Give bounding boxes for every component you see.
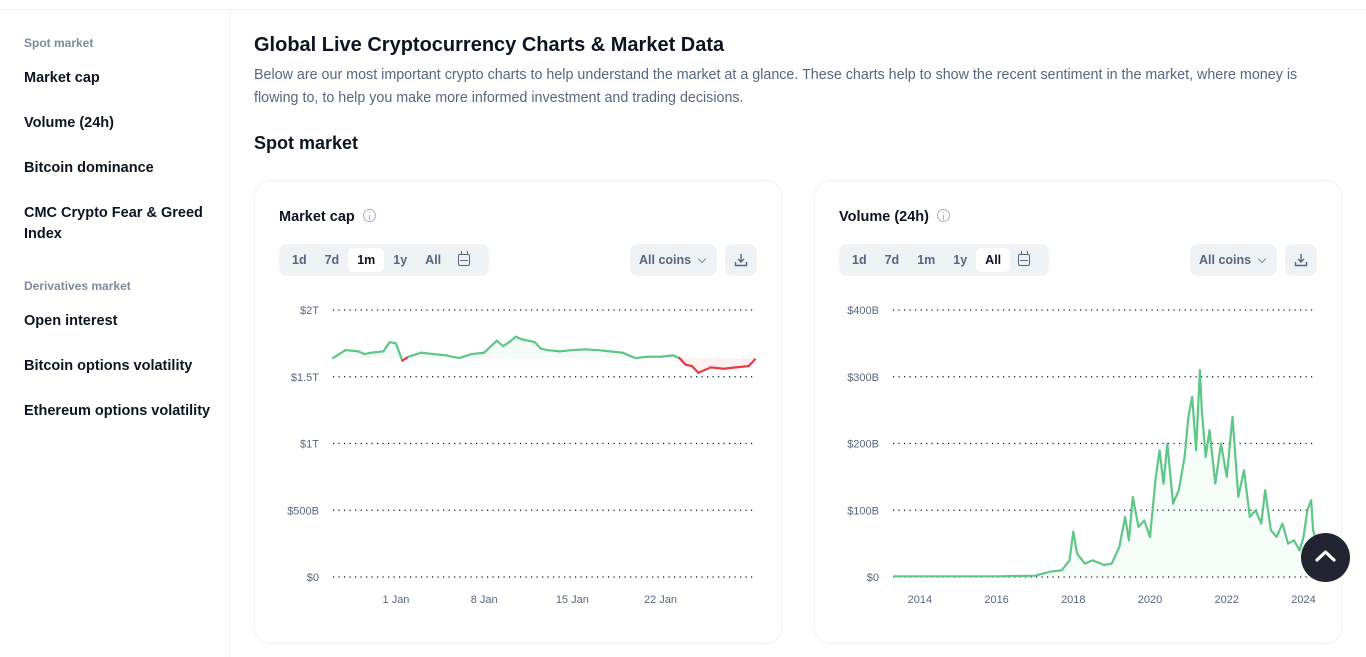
info-icon[interactable]: [362, 209, 376, 222]
coins-dropdown[interactable]: All coins: [630, 244, 717, 276]
sidebar-section-derivatives: Derivatives market: [24, 279, 131, 293]
tab-1y[interactable]: 1y: [384, 248, 416, 272]
y-tick-label: $2T: [300, 305, 319, 317]
section-title: Spot market: [254, 133, 359, 153]
line-segment: [659, 354, 675, 358]
x-tick-label: 22 Jan: [644, 594, 677, 606]
download-button[interactable]: [1285, 244, 1317, 276]
sidebar-item-bitcoin-dominance[interactable]: Bitcoin dominance: [24, 158, 214, 179]
scroll-to-top-button[interactable]: [1301, 533, 1350, 582]
volume-card: Volume (24h) 1d 7d 1m 1y All All coins $…: [814, 180, 1342, 644]
sidebar-section-spot-market: Spot market: [24, 36, 94, 50]
line-segment: [596, 348, 612, 353]
time-range-tabs: 1d 7d 1m 1y All: [279, 244, 489, 276]
download-icon: [734, 254, 748, 267]
coins-dropdown-label: All coins: [639, 253, 692, 267]
tab-1d[interactable]: 1d: [843, 248, 876, 272]
x-tick-label: 2014: [908, 594, 932, 606]
x-tick-label: 1 Jan: [383, 594, 410, 606]
x-tick-label: 15 Jan: [556, 594, 589, 606]
line-segment: [735, 364, 750, 369]
card-title: Market cap: [279, 209, 376, 225]
x-tick-label: 2020: [1138, 594, 1162, 606]
sidebar-item-fear-greed[interactable]: CMC Crypto Fear & Greed Index: [24, 203, 214, 245]
tab-all[interactable]: All: [976, 248, 1011, 272]
time-range-tabs: 1d 7d 1m 1y All: [839, 244, 1049, 276]
chevron-down-icon: [1257, 254, 1267, 264]
sidebar-item-btc-options-volatility[interactable]: Bitcoin options volatility: [24, 356, 214, 377]
card-title-text: Volume (24h): [839, 209, 929, 225]
tab-1d[interactable]: 1d: [283, 248, 316, 272]
line-segment: [369, 350, 385, 354]
y-tick-label: $100B: [847, 505, 879, 517]
y-tick-label: $0: [867, 572, 879, 584]
calendar-icon[interactable]: [1018, 251, 1031, 266]
area-segment: [389, 342, 396, 359]
sidebar-item-market-cap[interactable]: Market cap: [24, 68, 214, 89]
tab-1m[interactable]: 1m: [908, 248, 944, 272]
line-segment: [709, 366, 725, 370]
line-segment: [420, 351, 435, 356]
line-segment: [583, 348, 599, 352]
y-tick-label: $200B: [847, 439, 879, 451]
page-description: Below are our most important crypto char…: [254, 67, 1298, 106]
sidebar-item-open-interest[interactable]: Open interest: [24, 311, 214, 332]
tab-1m[interactable]: 1m: [348, 248, 385, 272]
card-title: Volume (24h): [839, 209, 950, 225]
page-title: Global Live Cryptocurrency Charts & Mark…: [254, 34, 725, 56]
download-icon: [1294, 254, 1308, 267]
info-icon[interactable]: [936, 209, 950, 222]
y-tick-label: $400B: [847, 305, 879, 317]
x-tick-label: 2016: [984, 594, 1008, 606]
line-segment: [571, 348, 587, 352]
card-title-text: Market cap: [279, 209, 355, 225]
line-segment: [558, 348, 574, 353]
x-tick-label: 2024: [1291, 594, 1315, 606]
x-tick-label: 2022: [1215, 594, 1239, 606]
sidebar-item-eth-options-volatility[interactable]: Ethereum options volatility: [24, 401, 214, 422]
sidebar-item-volume[interactable]: Volume (24h): [24, 113, 214, 134]
volume-chart[interactable]: $400B $300B $200B $100B $0 2014 2016 2018 2020 20…: [815, 291, 1343, 611]
y-tick-label: $300B: [847, 372, 879, 384]
tab-all[interactable]: All: [416, 248, 450, 272]
line-segment: [634, 355, 650, 360]
y-tick-label: $500B: [287, 505, 319, 517]
market-cap-card: Market cap 1d 7d 1m 1y All All coins $2T…: [254, 180, 782, 644]
line-segment: [609, 350, 624, 354]
area-fill: [893, 370, 1315, 577]
coins-dropdown[interactable]: All coins: [1190, 244, 1277, 276]
coins-dropdown-label: All coins: [1199, 253, 1252, 267]
x-tick-label: 2018: [1061, 594, 1085, 606]
x-tick-label: 8 Jan: [471, 594, 498, 606]
y-tick-label: $1.5T: [291, 372, 319, 384]
line-segment: [432, 352, 448, 357]
line-segment: [722, 366, 738, 370]
line-segment: [470, 351, 486, 356]
calendar-icon[interactable]: [458, 251, 471, 266]
line-segment: [546, 348, 561, 353]
download-button[interactable]: [725, 244, 757, 276]
tab-7d[interactable]: 7d: [316, 248, 349, 272]
chevron-down-icon: [697, 254, 707, 264]
y-tick-label: $0: [307, 572, 319, 584]
sidebar: Spot market Market cap Volume (24h) Bitc…: [0, 10, 230, 657]
y-tick-label: $1T: [300, 439, 319, 451]
chevron-up-icon: [1315, 550, 1336, 562]
tab-7d[interactable]: 7d: [876, 248, 909, 272]
tab-1y[interactable]: 1y: [944, 248, 976, 272]
line-segment: [344, 348, 360, 353]
market-cap-chart[interactable]: $2T $1.5T $1T $500B $0 1 Jan 8 Jan 15 Jan 22 Jan: [255, 291, 783, 611]
